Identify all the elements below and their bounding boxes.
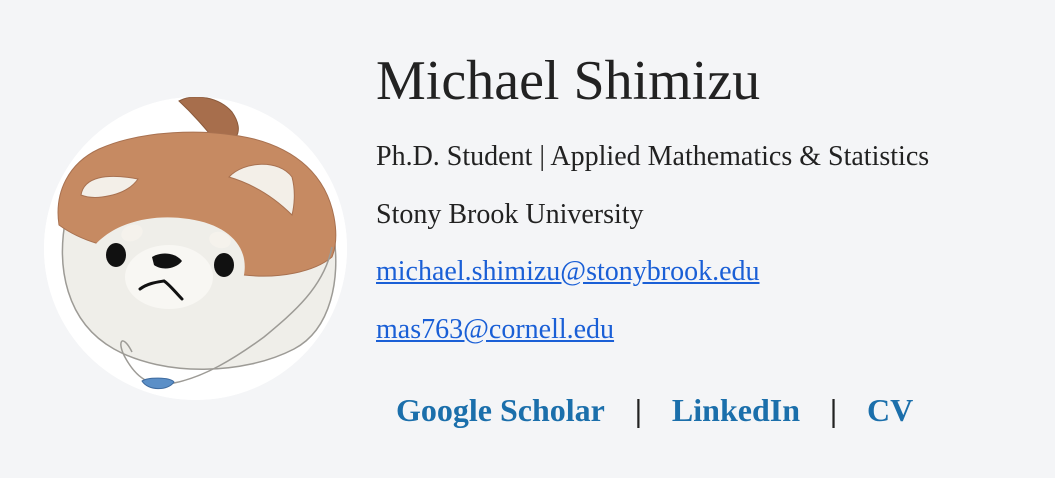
linkedin-link[interactable]: LinkedIn [672, 392, 800, 428]
cv-link[interactable]: CV [867, 392, 913, 428]
profile-university: Stony Brook University [376, 199, 644, 230]
email-item: mas763@cornell.edu [376, 312, 614, 348]
google-scholar-link[interactable]: Google Scholar [396, 392, 605, 428]
profile-info: Michael Shimizu Ph.D. Student | Applied … [376, 0, 1046, 478]
profile-title: Ph.D. Student | Applied Mathematics & St… [376, 141, 930, 172]
email-item: michael.shimizu@stonybrook.edu [376, 254, 760, 290]
link-separator: | [830, 392, 838, 428]
profile-links: Google Scholar | LinkedIn | CV [396, 390, 913, 430]
stonybrook-email-link[interactable]: michael.shimizu@stonybrook.edu [376, 256, 760, 287]
avatar [44, 97, 347, 400]
link-separator: | [634, 392, 642, 428]
shiba-plush-icon [44, 97, 347, 400]
profile-name: Michael Shimizu [376, 50, 761, 112]
cornell-email-link[interactable]: mas763@cornell.edu [376, 314, 614, 345]
